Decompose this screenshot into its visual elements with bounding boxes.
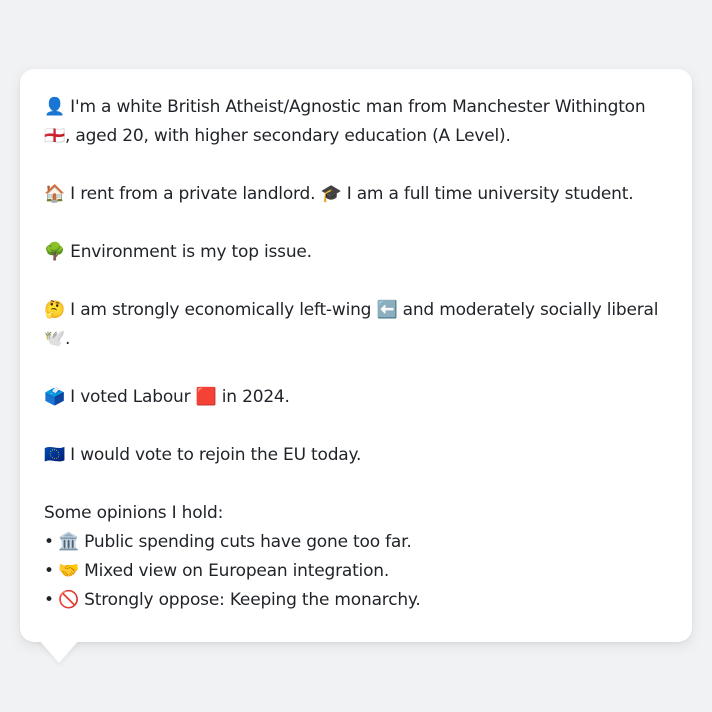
chat-message-bubble: 👤 I'm a white British Atheist/Agnostic m… (20, 69, 692, 642)
opinion-text: 🤝 Mixed view on European integration. (58, 561, 390, 581)
bullet-icon: • (44, 590, 54, 610)
bullet-icon: • (44, 532, 54, 552)
ideology-line: 🤔 I am strongly economically left-wing ⬅… (44, 300, 659, 349)
message-content: 👤 I'm a white British Atheist/Agnostic m… (44, 93, 668, 615)
vote-line: 🗳️ I voted Labour 🟥 in 2024. (44, 387, 290, 407)
opinion-item: • 🏛️ Public spending cuts have gone too f… (44, 528, 668, 557)
speech-bubble-tail (38, 639, 80, 663)
identity-line: 👤 I'm a white British Atheist/Agnostic m… (44, 97, 646, 146)
opinions-heading: Some opinions I hold: (44, 503, 224, 523)
opinion-item: • 🤝 Mixed view on European integration. (44, 557, 668, 586)
opinions-list: • 🏛️ Public spending cuts have gone too f… (44, 528, 668, 615)
opinion-item: • 🚫 Strongly oppose: Keeping the monarchy… (44, 586, 668, 615)
issue-line: 🌳 Environment is my top issue. (44, 242, 312, 262)
housing-line: 🏠 I rent from a private landlord. 🎓 I am… (44, 184, 634, 204)
opinion-text: 🚫 Strongly oppose: Keeping the monarchy. (58, 590, 421, 610)
opinion-text: 🏛️ Public spending cuts have gone too fa… (58, 532, 412, 552)
eu-line: 🇪🇺 I would vote to rejoin the EU today. (44, 445, 362, 465)
bullet-icon: • (44, 561, 54, 581)
